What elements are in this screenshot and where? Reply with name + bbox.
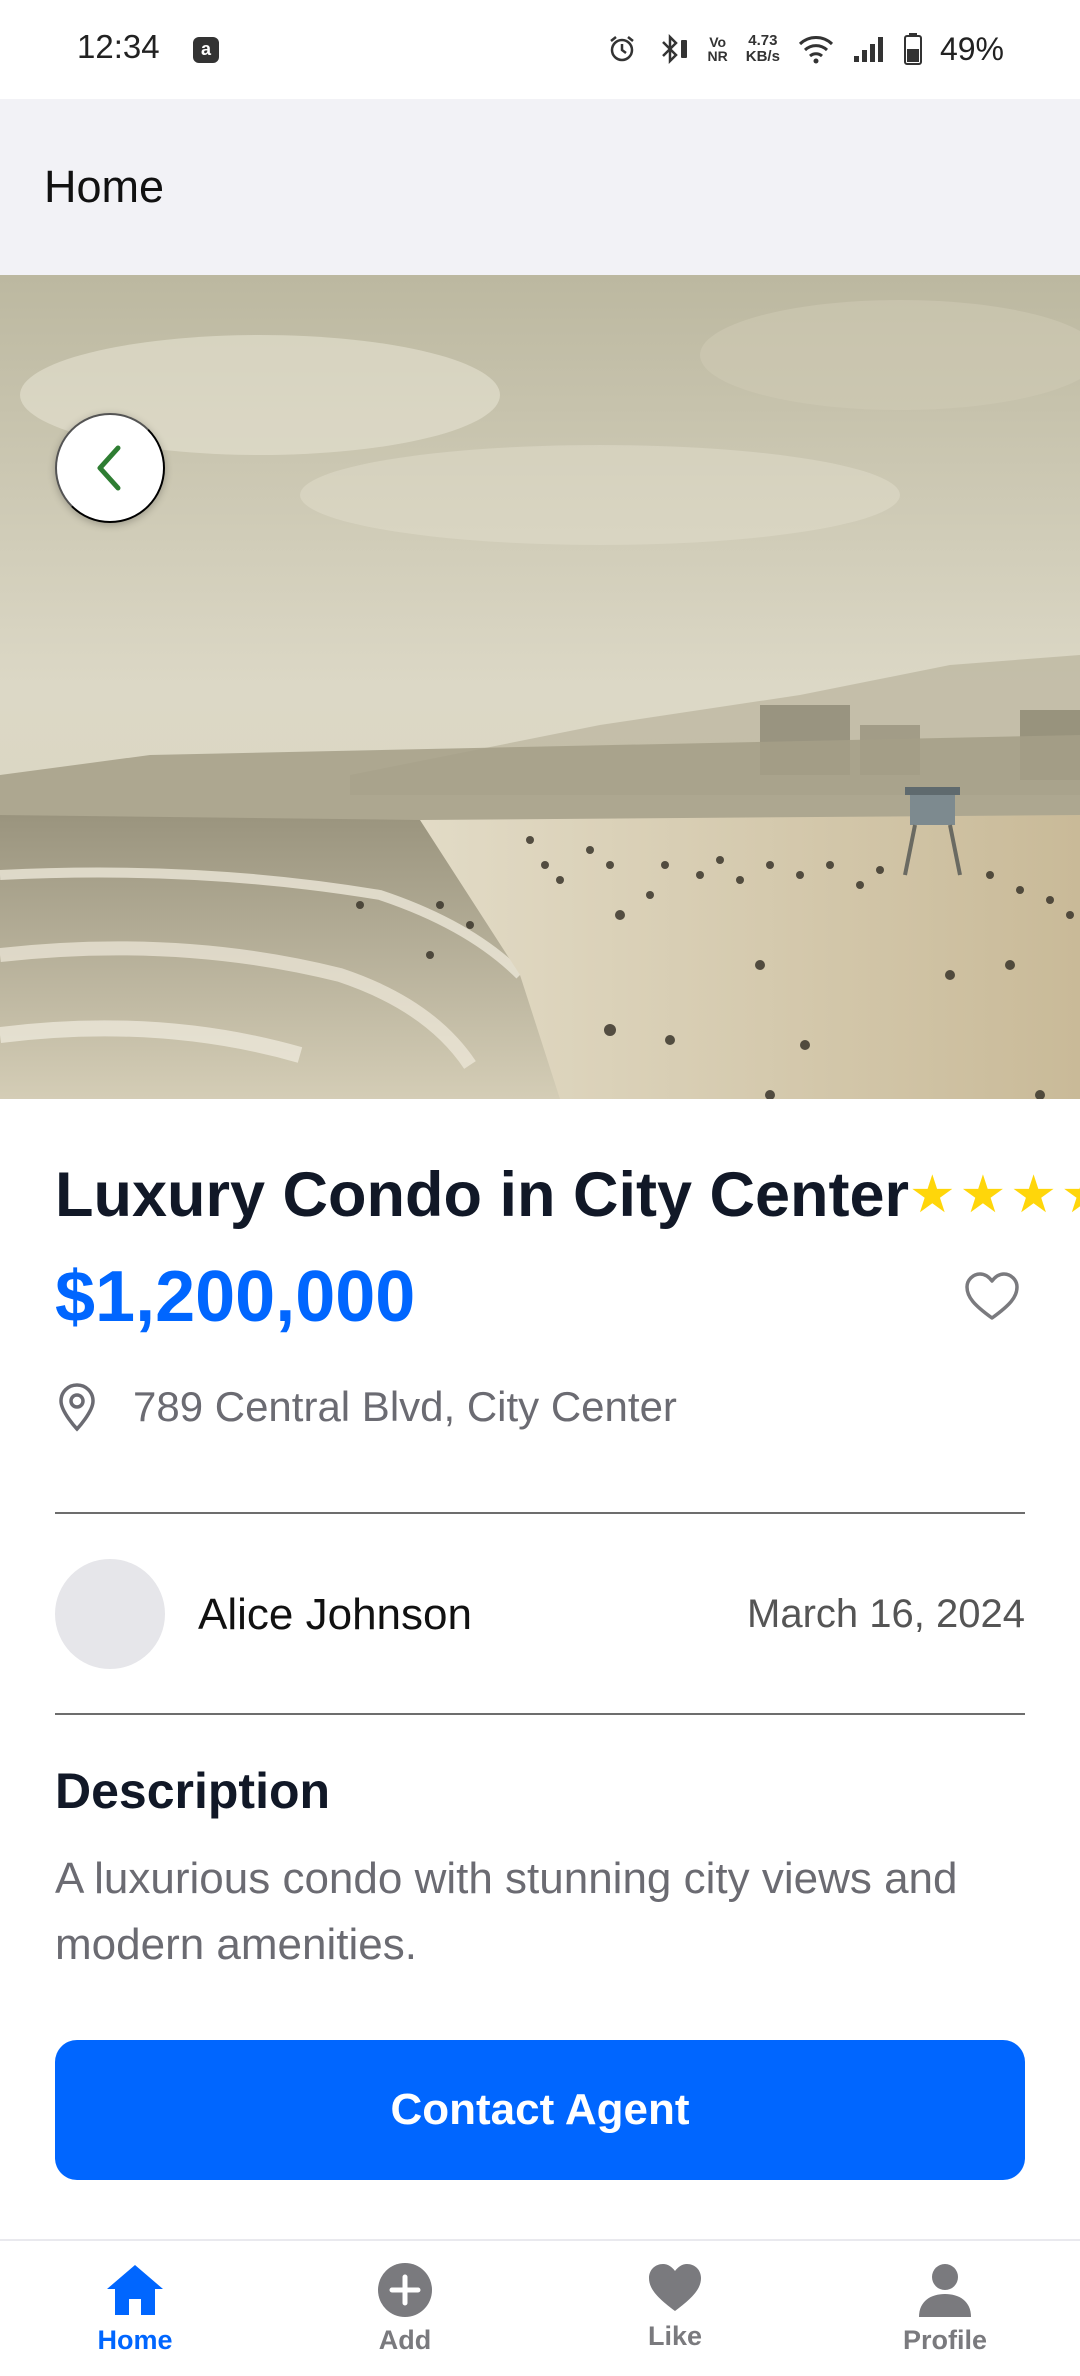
listing-price: $1,200,000	[55, 1257, 416, 1337]
chevron-left-icon	[97, 445, 121, 491]
notification-app-icon: a	[193, 37, 219, 63]
location-pin-icon	[59, 1383, 95, 1432]
star-icon: ★	[1061, 1169, 1080, 1221]
heart-outline-icon	[965, 1272, 1019, 1320]
volte-bottom-label: NR	[707, 48, 728, 64]
star-icon: ★	[1010, 1166, 1057, 1224]
nav-label-profile: Profile	[902, 2325, 988, 2355]
battery-icon	[903, 33, 922, 65]
page-title: Home	[44, 161, 165, 212]
nav-label-like: Like	[647, 2321, 703, 2351]
rating-stars: ★ ★ ★ ★ ★	[909, 1169, 1080, 1221]
avatar	[55, 1559, 165, 1669]
nav-item-add[interactable]: Add	[270, 2241, 540, 2376]
network-speed-unit: KB/s	[745, 48, 780, 65]
battery-percent: 49%	[939, 30, 1004, 67]
wifi-icon	[798, 34, 834, 64]
beach-photo	[0, 275, 1080, 1099]
divider	[55, 1512, 1025, 1514]
listing-hero-image	[0, 275, 1080, 1099]
listing-title-row: Luxury Condo in City Center ★ ★ ★ ★ ★	[55, 1158, 1080, 1232]
nav-label-home: Home	[97, 2325, 173, 2355]
heart-icon	[649, 2264, 701, 2311]
listing-date: March 16, 2024	[747, 1592, 1025, 1636]
star-icon: ★	[909, 1166, 956, 1224]
listing-title: Luxury Condo in City Center	[55, 1160, 910, 1230]
back-button[interactable]	[55, 413, 165, 523]
status-icons: Vo NR 4.73 KB/s 49%	[606, 26, 1004, 72]
home-icon	[107, 2265, 163, 2315]
app-header: Home	[0, 99, 1080, 275]
listing-location: 789 Central Blvd, City Center	[55, 1382, 677, 1432]
divider	[55, 1713, 1025, 1715]
bluetooth-icon	[656, 32, 690, 66]
person-icon	[919, 2264, 971, 2317]
favorite-button[interactable]	[960, 1265, 1024, 1329]
alarm-icon	[606, 33, 638, 65]
nav-item-home[interactable]: Home	[0, 2241, 270, 2376]
agent-name: Alice Johnson	[198, 1590, 472, 1639]
bottom-nav: Home Add Like Profile	[0, 2239, 1080, 2376]
network-speed-value: 4.73	[748, 32, 778, 49]
description-text: A luxurious condo with stunning city vie…	[55, 1854, 958, 1969]
star-icon: ★	[959, 1166, 1007, 1224]
description-heading: Description	[55, 1763, 331, 1819]
contact-agent-button[interactable]: Contact Agent	[55, 2040, 1025, 2180]
status-time: 12:34	[77, 28, 160, 65]
nav-item-profile[interactable]: Profile	[810, 2241, 1080, 2376]
listing-address: 789 Central Blvd, City Center	[133, 1383, 677, 1430]
network-speed: 4.73 KB/s	[746, 33, 780, 65]
signal-icon	[852, 34, 886, 64]
status-bar: 12:34 a Vo NR 4.73 KB/s 49%	[0, 0, 1080, 99]
nav-item-like[interactable]: Like	[540, 2241, 810, 2376]
volte-icon: Vo NR	[708, 35, 728, 63]
nav-label-add: Add	[378, 2325, 432, 2355]
add-circle-icon	[378, 2263, 432, 2317]
